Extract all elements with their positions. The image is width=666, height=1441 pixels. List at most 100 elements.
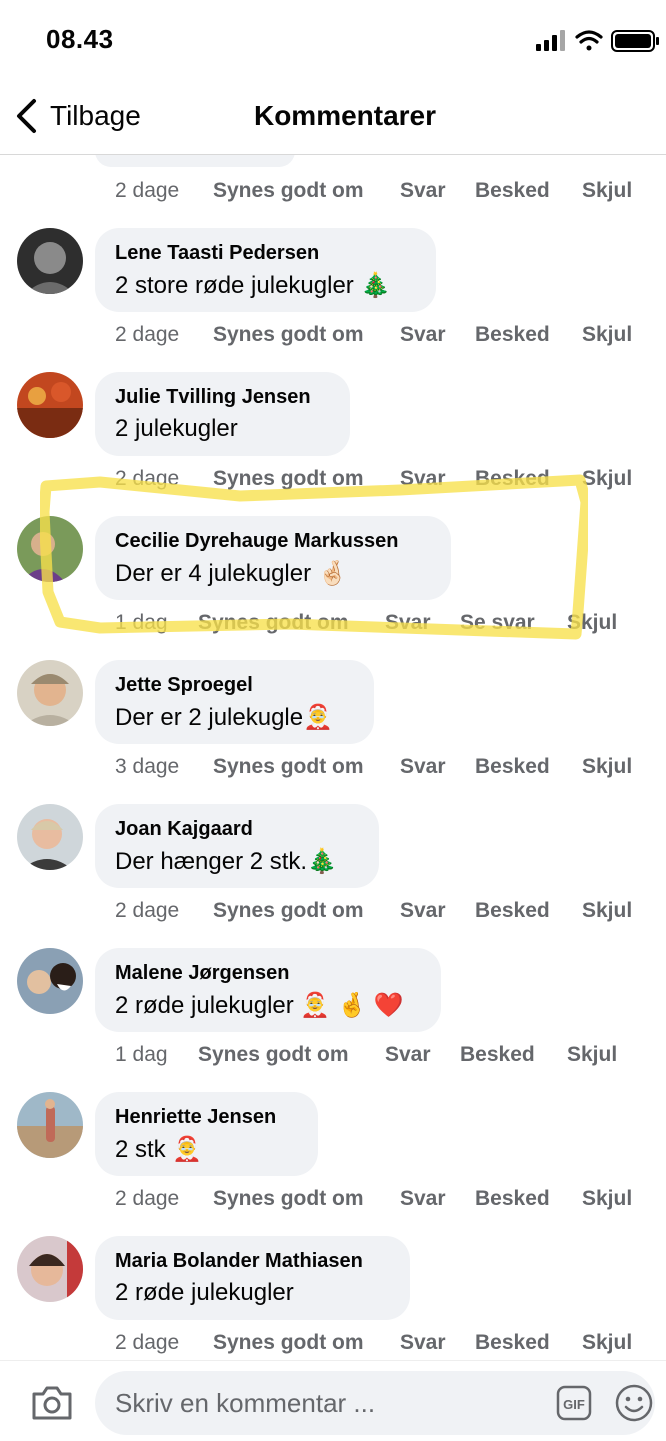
gif-label: GIF [563, 1397, 585, 1412]
comment-bubble: Jette Sproegel Der er 2 julekugle🤶 [95, 660, 374, 744]
comment-item: Julie Tvilling Jensen 2 julekugler [0, 372, 666, 462]
avatar[interactable] [17, 372, 83, 438]
wifi-icon [575, 30, 603, 51]
status-time: 08.43 [46, 24, 114, 54]
comment-time: 1 dag [115, 611, 168, 634]
comment-author[interactable]: Maria Bolander Mathiasen [115, 1250, 390, 1273]
partial-comment-bubble [95, 155, 295, 167]
reply-button[interactable]: Svar [385, 611, 431, 635]
reply-button[interactable]: Svar [400, 467, 446, 491]
comment-item: Cecilie Dyrehauge Markussen Der er 4 jul… [0, 516, 666, 606]
avatar[interactable] [17, 1092, 83, 1158]
comment-time: 2 dage [115, 1187, 180, 1210]
message-button[interactable]: Besked [475, 467, 550, 491]
hide-button[interactable]: Skjul [582, 755, 632, 779]
navigation-bar: Tilbage Kommentarer [0, 80, 666, 155]
reply-button[interactable]: Svar [400, 1331, 446, 1355]
avatar[interactable] [17, 516, 83, 582]
avatar[interactable] [17, 804, 83, 870]
like-button[interactable]: Synes godt om [198, 1043, 349, 1067]
hide-button[interactable]: Skjul [582, 323, 632, 347]
reply-button[interactable]: Svar [385, 1043, 431, 1067]
battery-icon [611, 30, 659, 52]
comment-author[interactable]: Joan Kajgaard [115, 818, 359, 841]
camera-icon[interactable] [30, 1385, 74, 1421]
comment-author[interactable]: Malene Jørgensen [115, 962, 421, 985]
comment-bubble: Lene Taasti Pedersen 2 store røde juleku… [95, 228, 436, 312]
gif-icon[interactable]: GIF [556, 1385, 592, 1421]
like-button[interactable]: Synes godt om [213, 755, 364, 779]
hide-button[interactable]: Skjul [567, 611, 617, 635]
hide-button[interactable]: Skjul [582, 1331, 632, 1355]
comment-text: Der hænger 2 stk.🎄 [115, 848, 337, 875]
status-bar: 08.43 [0, 0, 666, 80]
signal-icon [536, 30, 565, 51]
comment-bubble: Julie Tvilling Jensen 2 julekugler [95, 372, 350, 456]
comment-time: 2 dage [115, 899, 180, 922]
message-button[interactable]: Besked [475, 1187, 550, 1211]
avatar[interactable] [17, 948, 83, 1014]
reply-button[interactable]: Svar [400, 1187, 446, 1211]
like-button[interactable]: Synes godt om [213, 467, 364, 491]
avatar[interactable] [17, 228, 83, 294]
like-button[interactable]: Synes godt om [213, 323, 364, 347]
comment-bubble: Cecilie Dyrehauge Markussen Der er 4 jul… [95, 516, 451, 600]
status-icons [536, 28, 666, 54]
message-button[interactable]: Besked [475, 179, 550, 203]
comment-time: 3 dage [115, 755, 180, 778]
comment-author[interactable]: Julie Tvilling Jensen [115, 386, 330, 409]
comment-author[interactable]: Henriette Jensen [115, 1106, 298, 1129]
message-button[interactable]: Besked [475, 755, 550, 779]
comment-bubble: Henriette Jensen 2 stk 🤶 [95, 1092, 318, 1176]
comment-bubble: Malene Jørgensen 2 røde julekugler 🤶 🤞 ❤… [95, 948, 441, 1032]
hide-button[interactable]: Skjul [582, 179, 632, 203]
hide-button[interactable]: Skjul [582, 1187, 632, 1211]
avatar[interactable] [17, 1236, 83, 1302]
emoji-icon[interactable] [614, 1383, 654, 1423]
comment-item: Jette Sproegel Der er 2 julekugle🤶 [0, 660, 666, 750]
message-button[interactable]: Besked [475, 1331, 550, 1355]
comment-item: Lene Taasti Pedersen 2 store røde juleku… [0, 228, 666, 318]
comment-text: Der er 4 julekugler 🤞🏻 [115, 560, 348, 587]
reply-button[interactable]: Svar [400, 899, 446, 923]
comment-time: 1 dag [115, 1043, 168, 1066]
comment-text: 2 stk 🤶 [115, 1136, 203, 1163]
comment-text: 2 store røde julekugler 🎄 [115, 272, 391, 299]
comments-list[interactable]: 2 dage Synes godt om Svar Besked Skjul L… [0, 155, 666, 1360]
comment-text: Der er 2 julekugle🤶 [115, 704, 333, 731]
see-replies-button[interactable]: Se svar [460, 611, 535, 635]
comment-item: Joan Kajgaard Der hænger 2 stk.🎄 [0, 804, 666, 894]
reply-button[interactable]: Svar [400, 179, 446, 203]
comment-text: 2 røde julekugler [115, 1279, 294, 1306]
comment-author[interactable]: Jette Sproegel [115, 674, 354, 697]
comment-composer: GIF [0, 1360, 666, 1441]
comment-author[interactable]: Lene Taasti Pedersen [115, 242, 416, 265]
comment-item: Maria Bolander Mathiasen 2 røde julekugl… [0, 1236, 666, 1326]
like-button[interactable]: Synes godt om [198, 611, 349, 635]
hide-button[interactable]: Skjul [582, 899, 632, 923]
comment-time: 2 dage [115, 1331, 180, 1354]
comment-bubble: Maria Bolander Mathiasen 2 røde julekugl… [95, 1236, 410, 1320]
message-button[interactable]: Besked [475, 323, 550, 347]
comment-author[interactable]: Cecilie Dyrehauge Markussen [115, 530, 431, 553]
comment-time: 2 dage [115, 179, 180, 202]
avatar[interactable] [17, 660, 83, 726]
comment-text: 2 julekugler [115, 415, 238, 442]
like-button[interactable]: Synes godt om [213, 1187, 364, 1211]
comment-item: Henriette Jensen 2 stk 🤶 [0, 1092, 666, 1182]
comment-time: 2 dage [115, 323, 180, 346]
like-button[interactable]: Synes godt om [213, 899, 364, 923]
comment-bubble: Joan Kajgaard Der hænger 2 stk.🎄 [95, 804, 379, 888]
reply-button[interactable]: Svar [400, 755, 446, 779]
comment-text: 2 røde julekugler 🤶 🤞 ❤️ [115, 992, 404, 1019]
hide-button[interactable]: Skjul [582, 467, 632, 491]
comment-item: Malene Jørgensen 2 røde julekugler 🤶 🤞 ❤… [0, 948, 666, 1038]
message-button[interactable]: Besked [460, 1043, 535, 1067]
hide-button[interactable]: Skjul [567, 1043, 617, 1067]
like-button[interactable]: Synes godt om [213, 179, 364, 203]
like-button[interactable]: Synes godt om [213, 1331, 364, 1355]
reply-button[interactable]: Svar [400, 323, 446, 347]
comment-time: 2 dage [115, 467, 180, 490]
message-button[interactable]: Besked [475, 899, 550, 923]
page-title: Kommentarer [253, 100, 437, 131]
